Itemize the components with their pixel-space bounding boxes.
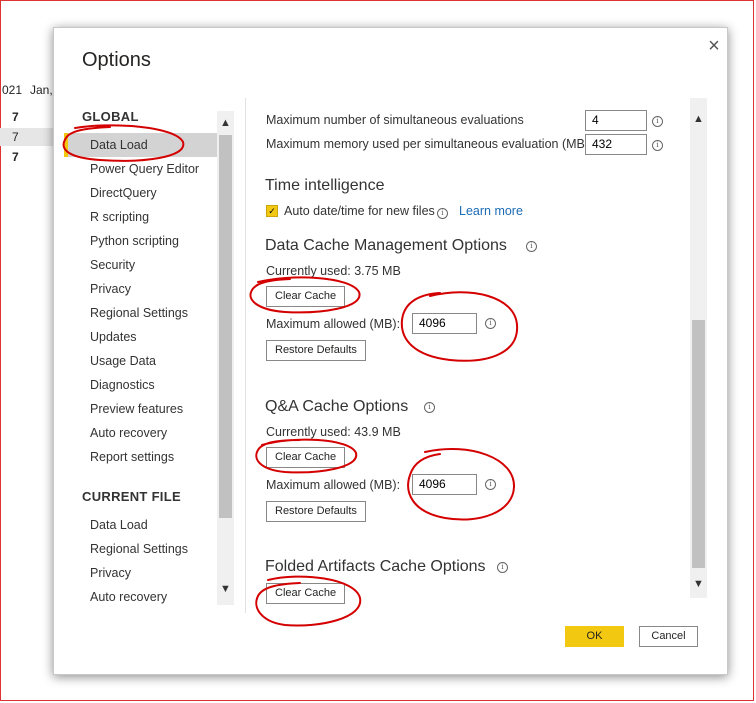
nav-item-r-scripting[interactable]: R scripting: [64, 205, 217, 229]
close-icon[interactable]: ×: [702, 34, 726, 58]
info-icon[interactable]: i: [424, 402, 435, 413]
max-memory-label: Maximum memory used per simultaneous eva…: [266, 137, 590, 151]
nav-item-preview-features[interactable]: Preview features: [64, 397, 217, 421]
info-icon[interactable]: i: [497, 562, 508, 573]
settings-content: Maximum number of simultaneous evaluatio…: [246, 98, 686, 608]
chevron-up-icon[interactable]: ▲: [690, 111, 707, 127]
nav-item-regional-settings[interactable]: Regional Settings: [64, 301, 217, 325]
nav-item-report-settings[interactable]: Report settings: [64, 445, 217, 469]
data-cache-max-input[interactable]: 4096: [412, 313, 477, 334]
max-memory-input[interactable]: 432: [585, 134, 647, 155]
qa-cache-max-input[interactable]: 4096: [412, 474, 477, 495]
background-header-year: 021: [2, 83, 23, 97]
nav-scrollbar[interactable]: ▲ ▼: [217, 111, 234, 605]
qa-cache-used: Currently used: 43.9 MB: [266, 425, 401, 439]
data-cache-max-label: Maximum allowed (MB):: [266, 317, 401, 331]
nav-item-file-regional-settings[interactable]: Regional Settings: [64, 537, 217, 561]
qa-cache-restore-button[interactable]: Restore Defaults: [266, 501, 366, 522]
data-cache-restore-button[interactable]: Restore Defaults: [266, 340, 366, 361]
options-nav: GLOBAL Data Load Power Query Editor Dire…: [54, 98, 234, 608]
nav-item-file-data-load[interactable]: Data Load: [64, 513, 217, 537]
background-header-month: Jan,: [30, 83, 53, 97]
ok-button[interactable]: OK: [565, 626, 624, 647]
cancel-button[interactable]: Cancel: [639, 626, 698, 647]
info-icon[interactable]: i: [437, 208, 448, 219]
background-cell: 7: [12, 150, 19, 164]
nav-item-auto-recovery[interactable]: Auto recovery: [64, 421, 217, 445]
nav-section-current-file: CURRENT FILE: [82, 489, 181, 504]
qa-cache-max-label: Maximum allowed (MB):: [266, 478, 401, 492]
chevron-down-icon[interactable]: ▼: [690, 576, 707, 592]
chevron-up-icon[interactable]: ▲: [217, 115, 234, 131]
nav-item-updates[interactable]: Updates: [64, 325, 217, 349]
content-scrollbar[interactable]: ▲ ▼: [690, 98, 707, 598]
data-cache-header: Data Cache Management Options: [265, 237, 507, 254]
background-row-highlight: [0, 128, 54, 146]
max-evaluations-label: Maximum number of simultaneous evaluatio…: [266, 113, 524, 127]
nav-scrollbar-thumb[interactable]: [219, 135, 232, 518]
nav-section-global: GLOBAL: [82, 109, 139, 124]
qa-cache-header: Q&A Cache Options: [265, 398, 409, 415]
nav-item-security[interactable]: Security: [64, 253, 217, 277]
data-cache-used: Currently used: 3.75 MB: [266, 264, 401, 278]
background-cell: 7: [12, 130, 19, 144]
qa-cache-clear-button[interactable]: Clear Cache: [266, 447, 346, 468]
nav-item-data-load[interactable]: Data Load: [64, 133, 217, 157]
nav-item-power-query-editor[interactable]: Power Query Editor: [64, 157, 217, 181]
nav-item-file-auto-recovery[interactable]: Auto recovery: [64, 585, 217, 609]
nav-item-privacy[interactable]: Privacy: [64, 277, 217, 301]
info-icon[interactable]: i: [485, 318, 496, 329]
nav-item-python-scripting[interactable]: Python scripting: [64, 229, 217, 253]
dialog-title: Options: [82, 49, 151, 71]
max-evaluations-input[interactable]: 4: [585, 110, 647, 131]
checkmark-icon[interactable]: ✓: [266, 205, 278, 217]
content-scrollbar-thumb[interactable]: [692, 320, 705, 568]
data-cache-clear-button[interactable]: Clear Cache: [266, 286, 346, 307]
options-dialog: × Options GLOBAL Data Load Power Query E…: [53, 27, 728, 675]
info-icon[interactable]: i: [652, 140, 663, 151]
nav-item-diagnostics[interactable]: Diagnostics: [64, 373, 217, 397]
time-intelligence-header: Time intelligence: [265, 177, 385, 194]
auto-date-label[interactable]: Auto date/time for new files: [284, 204, 435, 218]
info-icon[interactable]: i: [526, 241, 537, 252]
nav-item-file-privacy[interactable]: Privacy: [64, 561, 217, 585]
info-icon[interactable]: i: [485, 479, 496, 490]
info-icon[interactable]: i: [652, 116, 663, 127]
nav-item-directquery[interactable]: DirectQuery: [64, 181, 217, 205]
learn-more-link[interactable]: Learn more: [459, 204, 523, 218]
nav-item-usage-data[interactable]: Usage Data: [64, 349, 217, 373]
background-cell: 7: [12, 110, 19, 124]
chevron-down-icon[interactable]: ▼: [217, 581, 234, 597]
folded-cache-header: Folded Artifacts Cache Options: [265, 558, 486, 575]
folded-cache-clear-button[interactable]: Clear Cache: [266, 583, 346, 604]
